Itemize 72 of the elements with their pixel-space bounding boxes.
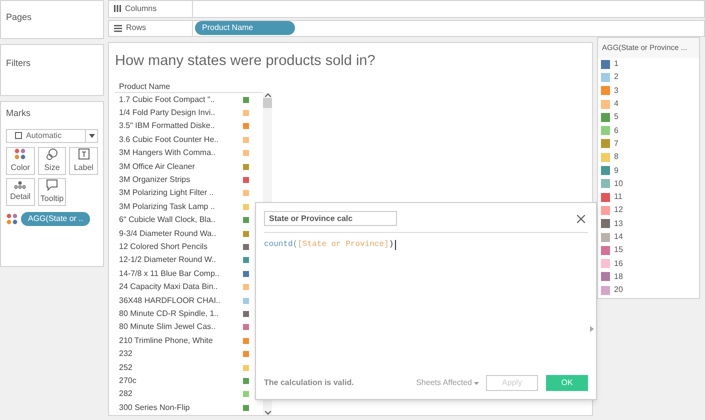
columns-icon [114,5,121,12]
row-header: 252 [119,362,134,374]
legend-label: 10 [614,178,623,190]
expand-arrow-icon[interactable] [590,326,594,332]
color-dots-icon [14,148,26,160]
scroll-thumb[interactable] [263,98,272,108]
caret-icon [474,382,479,384]
row-header: 14-7/8 x 11 Blue Bar Comp.. [119,268,220,280]
legend-label: 3 [614,84,618,97]
row-header: 270c [119,374,138,387]
row-header: 3.6 Cubic Foot Counter He.. [119,134,220,146]
row-header: 12-1/2 Diameter Round W.. [119,254,217,266]
row-header: 3.5" IBM Formatted Diske.. [119,120,216,132]
row-header: 3M Polarizing Light Filter .. [119,187,215,200]
row-header: 3M Office Air Cleaner [119,160,196,173]
marks-card-button[interactable]: Tooltip [38,178,66,206]
column-header: Product Name [115,81,263,93]
size-icon [46,148,58,160]
legend-label: 6 [614,124,618,137]
legend-label: 1 [614,58,618,70]
row-header: 3M Polarizing Task Lamp .. [119,200,216,213]
validation-message: The calculation is valid. [264,377,355,389]
legend-label: 18 [614,270,623,283]
code-line[interactable]: countd([State or Province]) [264,239,588,251]
row-header: 36X48 HARDFLOOR CHAI.. [119,294,222,307]
row-header: 80 Minute CD-R Spindle, 1.. [119,308,220,320]
legend-label: 13 [614,218,623,230]
scroll-up-icon [264,93,270,97]
color-dots-icon [6,212,18,224]
legend-label: 9 [614,164,618,177]
row-header: 282 [119,388,134,400]
row-header: 6" Cubicle Wall Clock, Bla.. [119,214,216,226]
marks-card-button[interactable]: Detail [6,178,35,206]
shelf-label: Columns [125,2,157,15]
detail-dots-icon [14,180,26,188]
panel-title: Marks [6,107,32,120]
checkbox-icon [15,132,22,139]
row-header: 3M Organizer Strips [119,174,192,186]
row-header: 12 Colored Short Pencils [119,240,208,253]
marks-card-button[interactable]: Label [69,146,98,174]
caret-icon [88,134,94,138]
marks-card-button[interactable]: Color [6,146,35,174]
row-header: 3M Hangers With Comma.. [119,147,216,160]
marks-card-button[interactable]: Size [38,146,66,174]
mark-type-dropdown[interactable]: Automatic [6,128,98,142]
row-header: 1/4 Fold Party Design Invi.. [119,107,216,120]
row-header: 232 [119,348,134,360]
scroll-down-icon [264,411,270,415]
legend-label: 14 [614,231,623,243]
row-header: 210 Trimline Phone, White [119,334,214,347]
panel-title: Filters [6,58,30,68]
legend-label: 5 [614,111,618,124]
sheet-title: How many states were products sold in? [115,52,376,72]
legend-label: 16 [614,258,623,270]
panel-title: Pages [6,12,32,22]
legend-label: 12 [614,204,623,216]
row-header: 9-3/4 Diameter Round Wa.. [119,228,218,240]
label-icon [78,148,90,160]
tooltip-icon [46,178,58,190]
legend-label: 20 [614,284,623,296]
legend-label: 11 [614,191,622,204]
row-header: 300 Series Non-Flip [119,402,191,414]
row-header: 1.7 Cubic Foot Compact ".. [119,94,216,106]
calc-name-field[interactable]: State or Province calc [264,211,397,226]
legend-label: 8 [614,151,618,164]
row-header: 80 Minute Slim Jewel Cas.. [119,321,216,334]
legend-label: 4 [614,98,618,110]
close-icon[interactable] [577,214,585,222]
legend-label: 2 [614,71,618,84]
legend-label: 15 [614,244,623,256]
row-header: 24 Capacity Maxi Data Bin.. [119,281,219,294]
legend-label: 7 [614,138,618,150]
